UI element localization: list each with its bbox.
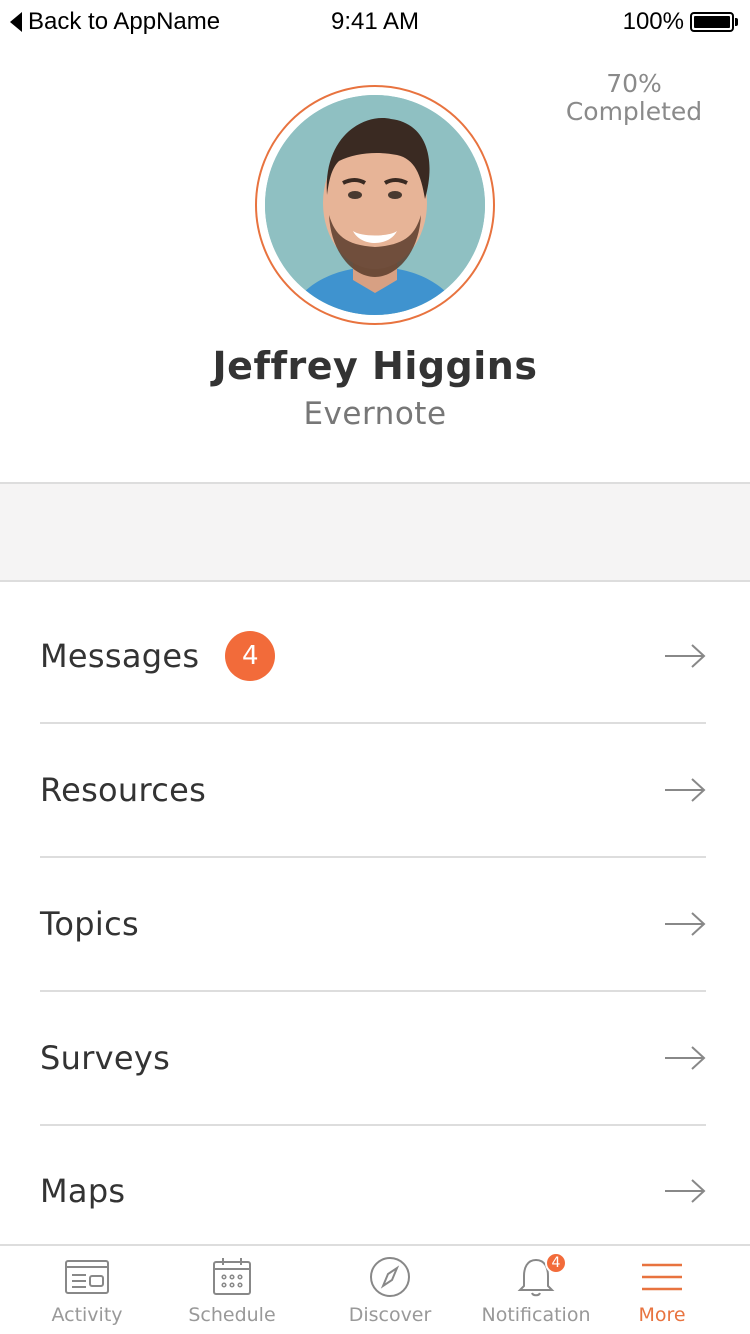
battery-cap	[735, 18, 738, 26]
menu-item-label: Topics	[40, 905, 139, 943]
arrow-right-icon	[665, 912, 706, 936]
battery-status: 100%	[623, 8, 738, 36]
menu-item-label: Resources	[40, 771, 207, 809]
tab-schedule[interactable]: Schedule	[157, 1246, 307, 1334]
menu-item-label: Maps	[40, 1172, 126, 1210]
calendar-icon	[213, 1258, 251, 1295]
arrow-right-icon	[665, 644, 706, 668]
menu-item-topics[interactable]: Topics	[40, 858, 706, 992]
section-separator-band	[0, 482, 750, 582]
completion-percent: 70%	[606, 69, 662, 98]
status-bar: Back to AppName 9:41 AM 100%	[0, 0, 750, 44]
battery-percent: 100%	[622, 8, 684, 35]
activity-card-icon	[65, 1260, 109, 1294]
tab-label: Schedule	[188, 1304, 276, 1326]
tab-discover[interactable]: Discover	[315, 1246, 465, 1334]
completion-label: Completed	[565, 97, 703, 126]
hamburger-menu-icon	[642, 1263, 682, 1291]
tab-more[interactable]: More	[587, 1246, 737, 1334]
menu-item-label: Messages	[40, 637, 200, 675]
tab-label: Discover	[348, 1304, 432, 1326]
tab-label: Activity	[51, 1304, 123, 1326]
menu-item-surveys[interactable]: Surveys	[40, 992, 706, 1126]
arrow-right-icon	[665, 1046, 706, 1070]
battery-icon	[690, 12, 734, 32]
messages-count-badge: 4	[225, 631, 276, 681]
arrow-right-icon	[665, 1179, 706, 1203]
profile-name: Jeffrey Higgins	[212, 344, 538, 388]
menu-item-resources[interactable]: Resources	[40, 724, 706, 858]
tab-label: More	[638, 1304, 686, 1326]
notification-count-badge: 4	[545, 1252, 567, 1274]
arrow-right-icon	[665, 778, 706, 802]
user-photo-icon	[265, 95, 485, 315]
menu-item-label: Surveys	[40, 1039, 171, 1077]
bottom-tab-bar: Activity Schedule Discover 4 Notificatio…	[0, 1244, 750, 1334]
menu-item-maps[interactable]: Maps	[40, 1124, 706, 1258]
tab-activity[interactable]: Activity	[12, 1246, 162, 1334]
compass-icon	[370, 1257, 410, 1297]
profile-completion: 70% Completed	[554, 70, 714, 126]
avatar[interactable]	[265, 95, 485, 315]
battery-fill	[694, 16, 730, 28]
profile-company: Evernote	[303, 396, 447, 432]
menu-item-messages[interactable]: Messages 4	[40, 590, 706, 724]
